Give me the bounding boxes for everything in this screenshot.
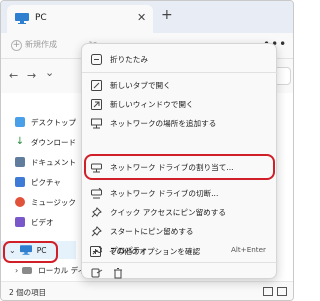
collapse-icon (91, 54, 102, 65)
sidebar-item-label: ピクチャ (31, 177, 61, 187)
menu-item-label: 折りたたみ (110, 55, 148, 64)
pc-icon (15, 13, 29, 24)
sidebar-item-pictures[interactable]: ピクチャ (15, 173, 61, 191)
back-icon[interactable]: ← (9, 69, 18, 82)
menu-divider (82, 72, 278, 73)
title-bar: PC ✕ + (1, 1, 293, 33)
sidebar-item-desktop[interactable]: デスクトップ (15, 113, 76, 131)
pictures-icon (15, 177, 25, 187)
share-icon[interactable] (91, 267, 103, 279)
tab-pc[interactable]: PC ✕ (7, 5, 153, 33)
menu-item-label: その他のオプションを確認 (109, 247, 201, 256)
new-tab-icon (91, 80, 102, 91)
add-network-location-icon (91, 118, 102, 129)
pin-start-icon (91, 226, 102, 237)
plus-icon: + (11, 40, 22, 51)
status-bar: 2 個の項目 (1, 281, 293, 300)
tab-title: PC (35, 13, 47, 23)
download-icon: ↓ (15, 136, 25, 147)
menu-item-pin-quick-access[interactable]: クイック アクセスにピン留めする (82, 203, 278, 221)
sidebar-item-documents[interactable]: ドキュメント (15, 153, 76, 171)
videos-icon (15, 217, 25, 227)
menu-item-open-new-window[interactable]: 新しいウィンドウで開く (82, 95, 278, 113)
menu-item-more-options[interactable]: その他のオプションを確認 (81, 242, 277, 260)
sidebar-item-label: ビデオ (31, 217, 54, 227)
menu-item-disconnect-network-drive[interactable]: ネットワーク ドライブの切断... (82, 184, 278, 202)
menu-item-label: スタートにピン留めする (110, 227, 194, 236)
menu-item-collapse[interactable]: 折りたたみ (82, 50, 278, 68)
tiles-view-icon[interactable] (277, 287, 287, 296)
new-window-icon (91, 99, 102, 110)
documents-icon (15, 157, 25, 167)
menu-item-pin-start[interactable]: スタートにピン留めする (82, 222, 278, 240)
music-icon (15, 197, 25, 207)
sidebar-item-label: ダウンロード (31, 137, 76, 147)
disconnect-network-drive-icon (91, 188, 102, 199)
menu-item-label: ネットワークの場所を追加する (110, 119, 217, 128)
menu-item-open-new-tab[interactable]: 新しいタブで開く (82, 76, 278, 94)
recent-dropdown-icon[interactable]: ⌄ (45, 66, 54, 79)
item-count: 2 個の項目 (9, 288, 47, 297)
menu-item-label: 新しいタブで開く (110, 81, 171, 90)
menu-divider (82, 262, 278, 263)
menu-item-label: クイック アクセスにピン留めする (110, 208, 226, 217)
pc-highlight-ring (3, 241, 58, 263)
add-tab-button[interactable]: + (161, 7, 173, 23)
sidebar-item-label: ミュージック (31, 197, 76, 207)
desktop-icon (15, 117, 25, 127)
menu-item-add-network-location[interactable]: ネットワークの場所を追加する (82, 114, 278, 132)
pin-icon (91, 207, 102, 218)
forward-icon[interactable]: → (27, 69, 36, 82)
delete-icon[interactable] (112, 267, 124, 279)
map-network-drive-highlight-ring (84, 154, 275, 180)
details-view-icon[interactable] (263, 287, 273, 296)
collapse-chevron-icon[interactable]: › (15, 266, 18, 275)
sidebar-item-label: デスクトップ (31, 117, 76, 127)
close-tab-icon[interactable]: ✕ (137, 11, 146, 24)
menu-item-label: ネットワーク ドライブの切断... (110, 189, 219, 198)
new-button-label: 新規作成 (25, 40, 57, 49)
sidebar-item-music[interactable]: ミュージック (15, 193, 76, 211)
disk-icon (22, 266, 33, 274)
sidebar-item-label: ドキュメント (31, 157, 76, 167)
sidebar-item-downloads[interactable]: ↓ ダウンロード (15, 133, 76, 151)
new-button[interactable]: + 新規作成 (11, 39, 57, 51)
file-explorer-window: PC ✕ + +新規作成 ✂ ••• ← → ⌄ デスクトップ ↓ ダウンロード… (0, 0, 294, 301)
sidebar-item-videos[interactable]: ビデオ (15, 213, 54, 231)
more-options-icon (90, 246, 101, 257)
menu-item-label: 新しいウィンドウで開く (110, 100, 194, 109)
